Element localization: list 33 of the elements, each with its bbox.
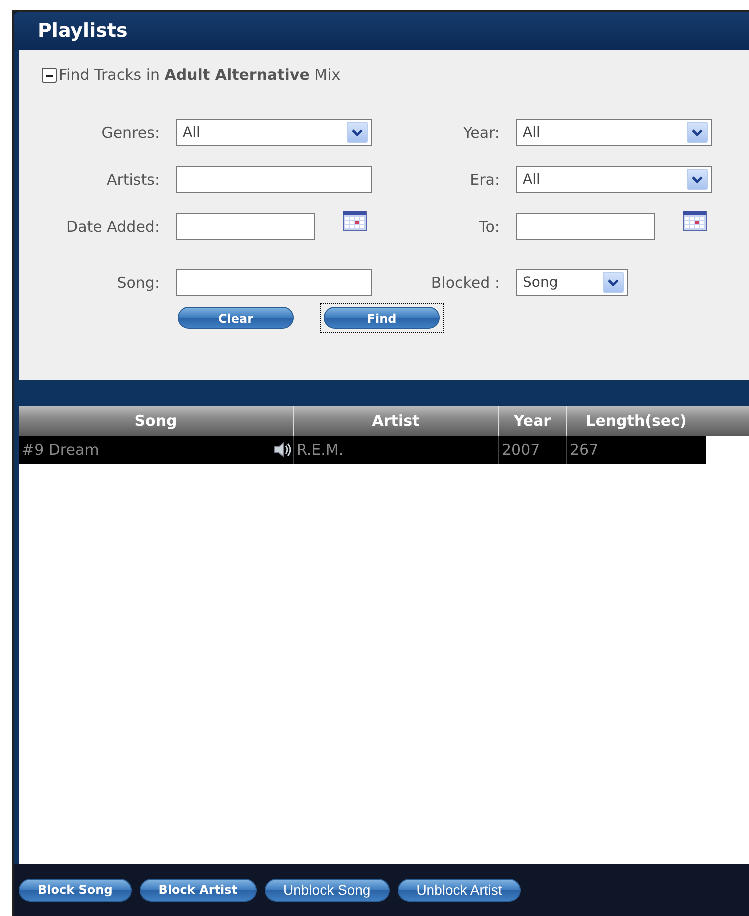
table-cell: #9 Dream xyxy=(22,441,100,459)
dropdown[interactable]: All xyxy=(176,119,372,146)
action-button[interactable]: Unblock Artist xyxy=(398,878,522,902)
column-header[interactable]: Length(sec) xyxy=(567,406,706,436)
field-label: Blocked : xyxy=(430,274,500,292)
table-row[interactable]: #9 Dream R.E.M. 2007 267 xyxy=(19,436,706,464)
table-cell: 267 xyxy=(570,441,599,459)
table-cell: 2007 xyxy=(502,441,540,459)
field-label: Date Added: xyxy=(66,218,160,236)
date-field[interactable] xyxy=(516,213,655,240)
dropdown[interactable]: All xyxy=(516,119,712,146)
field-label: Artists: xyxy=(106,170,160,188)
field-label: Year: xyxy=(462,124,500,142)
input-field[interactable] xyxy=(176,269,372,296)
action-button[interactable]: Unblock Song xyxy=(264,878,390,902)
field-label: Era: xyxy=(469,170,500,188)
action-button[interactable]: Block Song xyxy=(19,878,132,902)
action-button[interactable]: Find xyxy=(320,303,444,333)
input-field[interactable] xyxy=(176,166,372,193)
field-label: To: xyxy=(478,218,500,236)
dropdown[interactable]: All xyxy=(516,166,712,193)
field-label: Genres: xyxy=(100,124,160,142)
dropdown[interactable]: Song xyxy=(516,269,628,296)
date-field[interactable] xyxy=(176,213,315,240)
calendar-icon[interactable] xyxy=(343,210,367,230)
collapse-toggle[interactable] xyxy=(42,68,57,82)
speaker-icon[interactable] xyxy=(273,441,291,459)
panel-heading: Find Tracks in Adult Alternative Mix xyxy=(59,66,341,84)
table-cell: R.E.M. xyxy=(297,441,344,459)
window-title: Playlists xyxy=(14,12,749,50)
field-label: Song: xyxy=(116,274,160,292)
action-button[interactable]: Block Artist xyxy=(140,878,257,902)
calendar-icon[interactable] xyxy=(683,210,707,230)
